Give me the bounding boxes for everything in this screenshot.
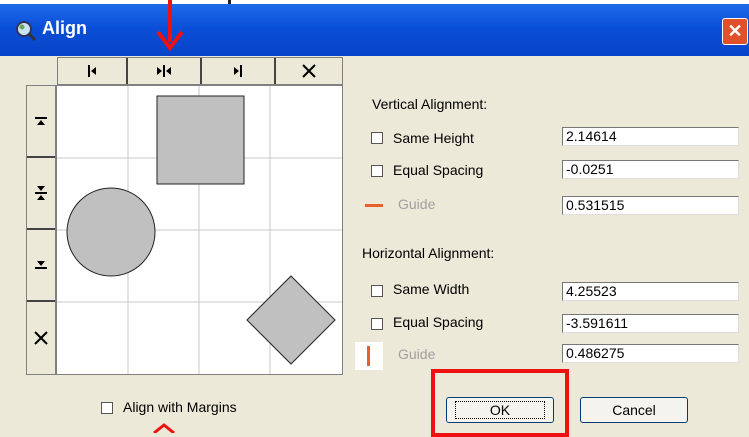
- align-with-margins-label: Align with Margins: [123, 399, 237, 415]
- clear-horizontal-icon: [302, 64, 316, 78]
- align-top-icon: [35, 117, 47, 125]
- horizontal-guide-swatch[interactable]: [355, 342, 383, 370]
- horizontal-guide-field[interactable]: 0.486275: [562, 344, 739, 363]
- clear-vertical-icon: [34, 331, 48, 345]
- magnifier-app-icon: [16, 21, 37, 42]
- preview-diamond: [246, 275, 336, 365]
- vertical-equal-spacing-label: Equal Spacing: [393, 162, 484, 178]
- clear-vertical-button[interactable]: [27, 302, 55, 374]
- horizontal-alignment-heading: Horizontal Alignment:: [362, 245, 495, 261]
- vertical-equal-spacing-field[interactable]: -0.0251: [562, 160, 739, 179]
- vertical-guide-swatch[interactable]: [365, 204, 383, 207]
- window-title: Align: [42, 18, 87, 38]
- same-width-field[interactable]: 4.25523: [562, 282, 739, 301]
- align-right-button[interactable]: [202, 58, 274, 84]
- vertical-equal-spacing-checkbox[interactable]: [371, 165, 383, 177]
- align-right-icon: [234, 65, 242, 77]
- clear-horizontal-button[interactable]: [276, 58, 342, 84]
- preview-circle: [66, 187, 156, 277]
- align-center-horizontal-icon: [157, 65, 171, 77]
- align-with-margins-checkbox[interactable]: [101, 402, 113, 414]
- same-height-label: Same Height: [393, 130, 474, 146]
- close-button[interactable]: ✕: [722, 18, 748, 45]
- same-width-checkbox[interactable]: [371, 285, 383, 297]
- horizontal-equal-spacing-checkbox[interactable]: [371, 318, 383, 330]
- same-height-field[interactable]: 2.14614: [562, 127, 739, 146]
- same-width-label: Same Width: [393, 281, 470, 297]
- same-height-checkbox[interactable]: [371, 132, 383, 144]
- close-icon: ✕: [727, 21, 743, 41]
- align-left-button[interactable]: [58, 58, 126, 84]
- vertical-guide-label: Guide: [398, 196, 436, 212]
- cancel-button[interactable]: Cancel: [580, 397, 688, 423]
- align-middle-vertical-button[interactable]: [27, 158, 55, 228]
- annotation-highlight-box: [431, 369, 569, 437]
- annotation-arrow-icon: [156, 0, 184, 52]
- align-top-button[interactable]: [27, 86, 55, 156]
- title-bar[interactable]: Align ✕: [0, 4, 749, 56]
- horizontal-guide-label: Guide: [398, 346, 436, 362]
- preview-drawing: [57, 86, 342, 374]
- horizontal-align-toolbar: [57, 57, 343, 85]
- vertical-align-toolbar: [26, 85, 56, 375]
- horizontal-equal-spacing-field[interactable]: -3.591611: [562, 314, 739, 333]
- vertical-alignment-heading: Vertical Alignment:: [372, 96, 488, 112]
- vertical-guide-field[interactable]: 0.531515: [562, 196, 739, 215]
- annotation-arrow-bottom-icon: [153, 423, 175, 433]
- align-center-horizontal-button[interactable]: [128, 58, 200, 84]
- horizontal-guide-line: [367, 346, 370, 366]
- horizontal-equal-spacing-label: Equal Spacing: [393, 314, 484, 330]
- preview-square: [156, 95, 245, 185]
- align-bottom-button[interactable]: [27, 230, 55, 300]
- align-middle-vertical-icon: [35, 186, 47, 200]
- align-left-icon: [88, 65, 96, 77]
- preview-canvas: [56, 85, 343, 375]
- align-bottom-icon: [35, 261, 47, 269]
